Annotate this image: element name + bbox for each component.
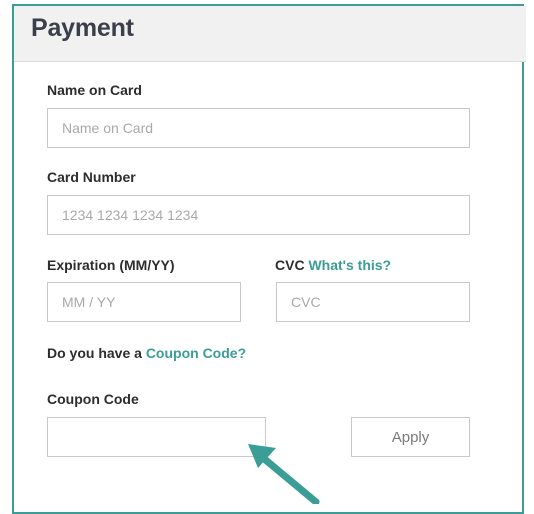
- coupon-code-label: Coupon Code: [47, 391, 139, 407]
- coupon-prompt-text: Do you have a: [47, 345, 142, 361]
- cvc-label: CVC: [275, 257, 305, 273]
- coupon-code-link[interactable]: Coupon Code?: [146, 345, 246, 361]
- page-title: Payment: [31, 14, 134, 42]
- cvc-input[interactable]: [276, 282, 470, 322]
- payment-panel: Payment Name on Card Card Number Expirat…: [12, 4, 526, 514]
- name-on-card-input[interactable]: [47, 108, 470, 148]
- card-number-label: Card Number: [47, 169, 136, 185]
- cvc-label-row: CVC What's this?: [275, 257, 391, 273]
- whats-this-link[interactable]: What's this?: [308, 257, 391, 273]
- apply-button[interactable]: Apply: [351, 417, 470, 457]
- name-on-card-label: Name on Card: [47, 82, 142, 98]
- expiration-label: Expiration (MM/YY): [47, 257, 175, 273]
- expiration-input[interactable]: [47, 282, 241, 322]
- coupon-code-input[interactable]: [47, 417, 266, 457]
- card-number-input[interactable]: [47, 195, 470, 235]
- coupon-prompt: Do you have a Coupon Code?: [47, 345, 246, 361]
- payment-header: Payment: [14, 6, 526, 62]
